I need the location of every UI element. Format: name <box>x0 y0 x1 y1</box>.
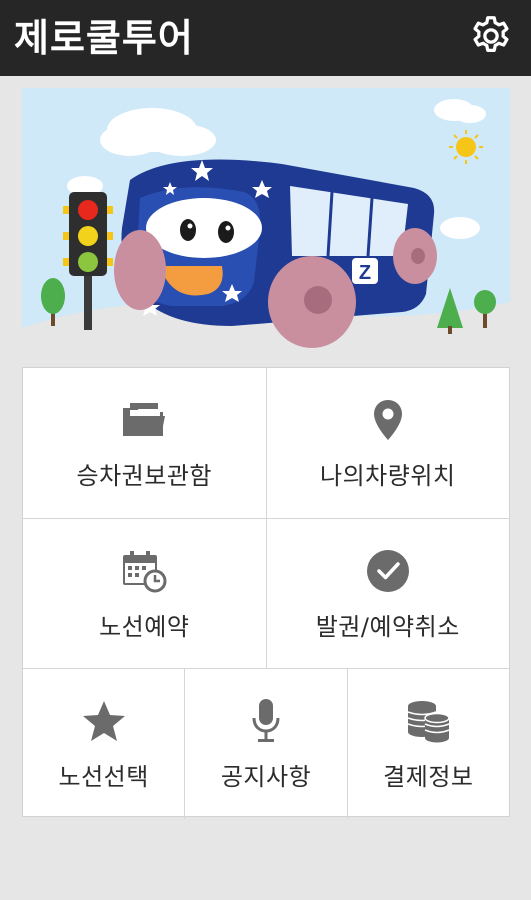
menu-row: 노선예약 발권/예약취소 <box>23 518 509 669</box>
route-select-button[interactable]: 노선선택 <box>23 669 184 819</box>
location-pin-icon <box>373 399 402 440</box>
menu-row: 승차권보관함 나의차량위치 <box>23 368 509 518</box>
menu-label: 공지사항 <box>220 762 312 791</box>
ticketing-cancel-button[interactable]: 발권/예약취소 <box>265 519 510 669</box>
notice-button[interactable]: 공지사항 <box>184 669 346 819</box>
bus-badge-text: Z <box>359 262 371 284</box>
menu-label: 결제정보 <box>383 762 474 791</box>
microphone-icon <box>252 698 280 742</box>
folder-icon <box>123 402 166 436</box>
menu-row: 노선선택 공지사항 결제정보 <box>23 668 509 819</box>
payment-info-button[interactable]: 결제정보 <box>346 669 509 819</box>
ticket-storage-button[interactable]: 승차권보관함 <box>23 368 266 518</box>
main-menu-grid: 승차권보관함 나의차량위치 노선예약 발권/예약취소 노선선택 공지사항 결제정… <box>22 367 510 819</box>
promo-banner: Z <box>22 88 510 352</box>
menu-label: 노선예약 <box>99 612 190 641</box>
gear-icon <box>473 16 509 53</box>
menu-label: 승차권보관함 <box>76 461 212 490</box>
calendar-clock-icon <box>123 550 167 592</box>
my-vehicle-location-button[interactable]: 나의차량위치 <box>265 368 510 518</box>
check-circle-icon <box>366 549 409 592</box>
menu-label: 나의차량위치 <box>320 461 456 490</box>
bus-mascot-illustration: Z <box>22 88 510 352</box>
settings-button[interactable] <box>465 10 517 62</box>
app-title: 제로쿨투어 <box>14 16 194 60</box>
menu-label: 노선선택 <box>58 762 149 791</box>
menu-label: 발권/예약취소 <box>315 612 460 641</box>
coins-icon <box>408 700 451 742</box>
route-reservation-button[interactable]: 노선예약 <box>23 519 266 669</box>
app-bar: 제로쿨투어 <box>0 0 531 76</box>
star-icon <box>82 700 125 741</box>
